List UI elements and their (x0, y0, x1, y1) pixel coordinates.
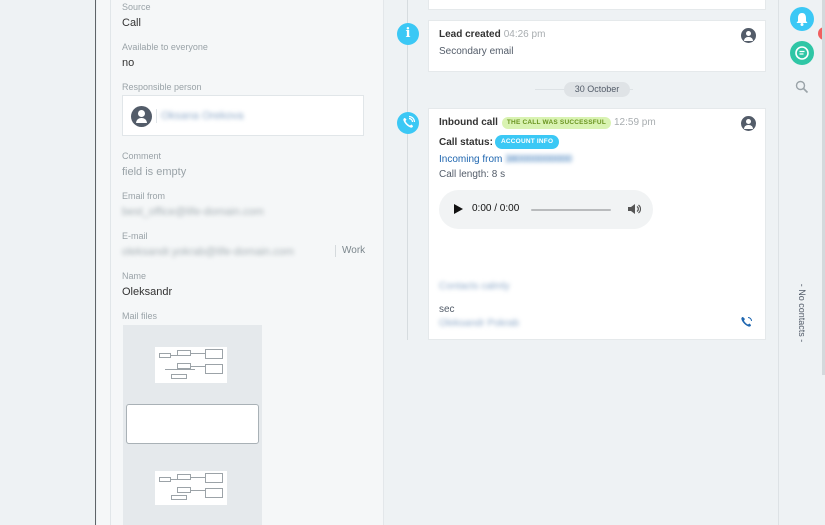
no-contacts-text: - No contacts - (797, 283, 807, 343)
user-avatar-icon[interactable] (741, 116, 756, 131)
field-label: E-mail (122, 231, 148, 241)
field-label: Email from (122, 191, 166, 201)
left-edge-strip (0, 0, 96, 525)
bell-icon (796, 13, 808, 26)
card-title-text: Lead created (439, 29, 501, 40)
field-comment[interactable]: Comment field is empty (122, 151, 186, 179)
chat-icon (795, 46, 809, 60)
field-value: no (122, 57, 135, 69)
volume-icon[interactable] (627, 202, 641, 216)
timeline-card-previous (428, 0, 766, 10)
timeline-card-lead-created[interactable]: Lead created 04:26 pm Secondary email (428, 20, 766, 72)
mail-file-attachment[interactable] (123, 325, 262, 449)
audio-player: 0:00 / 0:00 (439, 190, 653, 229)
search-icon[interactable] (795, 80, 809, 94)
call-status-label: Call status: (439, 137, 493, 148)
card-title: Inbound call THE CALL WAS SUCCESSFUL 12:59… (439, 117, 656, 129)
no-contacts-label: - No contacts - (795, 280, 809, 350)
card-time: 12:59 pm (614, 117, 656, 128)
card-title: Lead created 04:26 pm (439, 29, 545, 40)
blurred-note: Contacts calmly (439, 281, 510, 292)
responsible-person-box[interactable]: Oksana Orekova (122, 95, 364, 136)
field-responsible-person: Responsible person (122, 82, 202, 93)
phone-icon (397, 112, 419, 134)
phone-icon[interactable] (740, 315, 754, 329)
player-time: 0:00 / 0:00 (472, 203, 520, 214)
field-value: Oleksandr (122, 286, 173, 298)
file-comment-input[interactable] (126, 404, 259, 444)
call-result-badge: THE CALL WAS SUCCESSFUL (501, 117, 611, 129)
field-label: Comment (122, 151, 162, 161)
diagram-thumbnail (155, 347, 227, 383)
field-name[interactable]: Name Oleksandr (122, 271, 172, 299)
divider (335, 245, 336, 257)
incoming-number-link[interactable]: 380000000000 (505, 154, 572, 165)
chat-button[interactable] (790, 41, 814, 65)
field-email-from[interactable]: Email from best_office@life-domain.com (122, 191, 264, 219)
card-text: Secondary email (439, 46, 514, 57)
field-source[interactable]: Source Call (122, 2, 151, 30)
email-type-label: Work (342, 245, 366, 256)
left-panel-gutter (97, 0, 111, 525)
notifications-button[interactable]: 2 (790, 7, 825, 40)
field-label: Name (122, 271, 147, 281)
right-rail: 2 - No contacts - (778, 0, 825, 525)
incoming-label: Incoming from (439, 154, 503, 165)
card-title-text: Inbound call (439, 117, 498, 128)
sec-label: sec (439, 304, 455, 315)
user-avatar-icon[interactable] (741, 28, 756, 43)
divider (156, 109, 157, 123)
date-separator: 30 October (564, 82, 630, 97)
field-value: best_office@life-domain.com (122, 206, 264, 218)
play-icon[interactable] (454, 204, 463, 214)
user-avatar-icon (131, 106, 152, 127)
field-value: field is empty (122, 166, 187, 178)
player-progress-bar[interactable] (531, 209, 611, 211)
call-status-badge: ACCOUNT INFO (495, 135, 560, 149)
diagram-thumbnail (155, 471, 227, 505)
timeline-card-inbound-call[interactable]: Inbound call THE CALL WAS SUCCESSFUL 12:59… (428, 108, 766, 340)
field-label: Available to everyone (122, 42, 208, 52)
timeline-feed: i Lead created 04:26 pm Secondary email 3… (385, 0, 778, 525)
field-label: Mail files (122, 311, 158, 321)
responsible-person-name[interactable]: Oksana Orekova (161, 110, 244, 122)
operator-name[interactable]: Oleksandr Pokrab (439, 318, 519, 329)
call-length: Call length: 8 s (439, 169, 506, 180)
field-email[interactable]: E-mail oleksandr.yokrab@life-domain.com (122, 231, 294, 259)
field-value: Call (122, 17, 141, 29)
field-available-to-everyone[interactable]: Available to everyone no (122, 42, 208, 70)
field-label: Responsible person (122, 82, 202, 92)
entity-fields-panel: Source Call Available to everyone no Res… (111, 0, 384, 525)
field-value[interactable]: oleksandr.yokrab@life-domain.com (122, 245, 294, 259)
field-label: Source (122, 2, 151, 12)
incoming-from: Incoming from 380000000000 (439, 154, 572, 165)
timeline-line (407, 0, 408, 340)
field-mail-files: Mail files (122, 311, 157, 322)
mail-file-attachment[interactable] (123, 449, 262, 525)
card-time: 04:26 pm (503, 29, 546, 40)
info-icon: i (397, 23, 419, 45)
